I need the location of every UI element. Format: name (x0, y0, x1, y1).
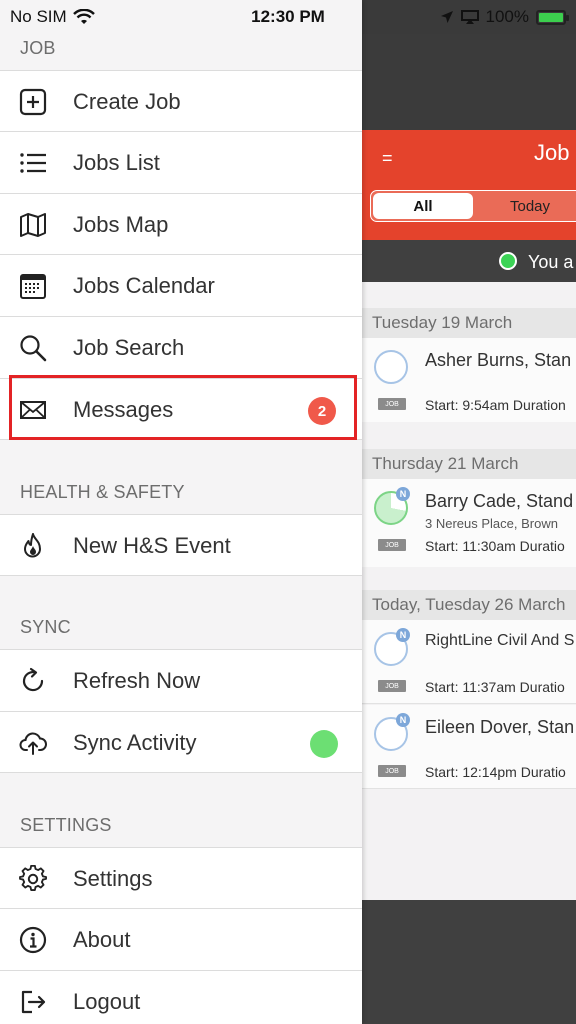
refresh-icon (22, 667, 44, 692)
menu-item-job-search[interactable]: Job Search (0, 316, 362, 378)
menu-item-create-job[interactable]: Create Job (0, 70, 362, 132)
new-badge-icon: N (396, 487, 410, 501)
job-address: 3 Nereus Place, Brown (425, 516, 558, 531)
job-tag: JOB (378, 539, 406, 551)
menu-item-jobs-list[interactable]: Jobs List (0, 131, 362, 193)
section-title-health-safety: HEALTH & SAFETY (20, 482, 185, 502)
job-title: Barry Cade, Stand (425, 491, 574, 511)
menu-item-label: Logout (73, 989, 141, 1014)
menu-item-jobs-map[interactable]: Jobs Map (0, 193, 362, 255)
logout-icon (21, 990, 46, 1014)
menu-item-settings[interactable]: Settings (0, 847, 362, 909)
date-header: Thursday 21 March (362, 449, 576, 479)
airplay-icon (460, 10, 479, 24)
job-start-time: Start: 11:30am Duratio (425, 538, 565, 554)
job-title: RightLine Civil And S (425, 632, 575, 649)
new-badge-icon: N (396, 713, 410, 727)
job-title: Eileen Dover, Stan (425, 717, 575, 737)
menu-item-sync-activity[interactable]: Sync Activity (0, 711, 362, 773)
menu-item-label: Sync Activity (73, 730, 197, 755)
location-arrow-icon (440, 11, 453, 23)
map-icon (20, 213, 46, 237)
menu-item-jobs-calendar[interactable]: Jobs Calendar (0, 254, 362, 316)
menu-item-label: Job Search (73, 335, 185, 360)
menu-item-logout[interactable]: Logout (0, 970, 362, 1024)
job-row[interactable]: N JOB RightLine Civil And S Start: 11:37… (362, 620, 576, 704)
online-status-text: You a (528, 252, 574, 272)
section-title-job: JOB (20, 38, 56, 58)
job-tag: JOB (378, 680, 406, 692)
job-title: Asher Burns, Stan (425, 350, 572, 370)
sync-status-indicator (310, 730, 338, 758)
date-header: Today, Tuesday 26 March (362, 590, 576, 620)
section-title-settings: SETTINGS (20, 815, 112, 835)
filter-segmented-control[interactable]: All Today (370, 190, 576, 222)
menu-item-about[interactable]: About (0, 908, 362, 970)
job-row[interactable]: N JOB Eileen Dover, Stan Start: 12:14pm … (362, 705, 576, 789)
menu-item-label: Jobs Calendar (73, 273, 215, 298)
date-header: Tuesday 19 March (362, 308, 576, 338)
job-tag: JOB (378, 765, 406, 777)
job-start-time: Start: 12:14pm Duratio (425, 764, 566, 780)
cloud-upload-icon (19, 732, 47, 755)
list-icon (20, 153, 46, 173)
gear-icon (19, 865, 47, 891)
job-tag: JOB (378, 398, 406, 410)
navigation-drawer: JOB Create Job Jobs List Jobs Map Jobs C… (0, 0, 362, 1024)
search-icon (20, 335, 47, 362)
fire-icon (24, 533, 41, 558)
section-title-sync: SYNC (20, 617, 71, 637)
menu-item-label: Settings (73, 866, 153, 891)
hamburger-menu-icon[interactable]: = (382, 148, 393, 169)
status-bar: No SIM 12:30 PM 100% (0, 0, 576, 34)
menu-item-refresh-now[interactable]: Refresh Now (0, 649, 362, 711)
menu-item-label: Create Job (73, 89, 181, 114)
menu-item-label: Jobs Map (73, 212, 169, 237)
menu-item-label: New H&S Event (73, 533, 231, 558)
menu-item-label: Refresh Now (73, 668, 201, 693)
battery-percent: 100% (485, 7, 529, 26)
battery-icon (536, 9, 569, 25)
job-start-time: Start: 9:54am Duration (425, 397, 566, 413)
online-indicator-icon (499, 252, 517, 270)
menu-item-label: Jobs List (73, 150, 160, 175)
plus-square-icon (19, 88, 47, 116)
segment-today[interactable]: Today (475, 191, 576, 221)
job-row[interactable]: N JOB Barry Cade, Stand 3 Nereus Place, … (362, 479, 576, 567)
new-badge-icon: N (396, 628, 410, 642)
job-row[interactable]: JOB Asher Burns, Stan Start: 9:54am Dura… (362, 338, 576, 422)
menu-item-new-hs-event[interactable]: New H&S Event (0, 514, 362, 576)
info-icon (19, 926, 47, 954)
calendar-icon (20, 274, 46, 299)
job-status-icon (374, 350, 408, 384)
job-start-time: Start: 11:37am Duratio (425, 679, 565, 695)
selection-highlight (9, 375, 357, 440)
segment-all[interactable]: All (373, 193, 473, 219)
menu-item-label: About (73, 927, 131, 952)
app-title: Job (534, 140, 570, 165)
